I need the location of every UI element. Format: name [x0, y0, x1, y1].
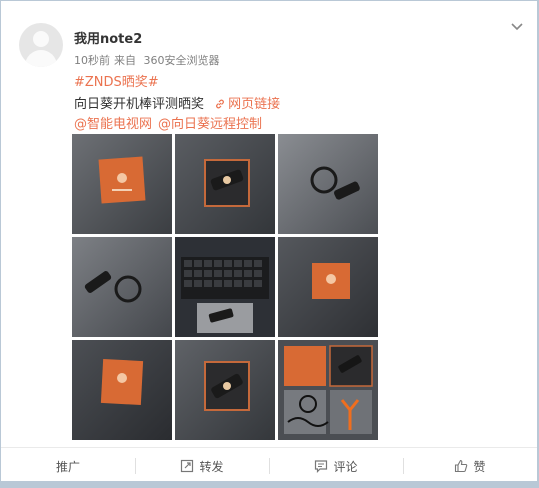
like-icon	[455, 459, 468, 473]
hashtag[interactable]: #ZNDS晒奖#	[74, 71, 159, 90]
action-bar: 推广 转发 评论 赞	[1, 447, 537, 484]
forward-icon	[181, 459, 194, 473]
link-icon	[216, 99, 225, 109]
post-text-line: 向日葵开机棒评测晒奖 网页链接	[74, 93, 280, 112]
chevron-down-icon[interactable]	[510, 20, 524, 34]
post-text: 向日葵开机棒评测晒奖	[74, 97, 205, 112]
comment-button[interactable]: 评论	[269, 448, 403, 484]
photo-3[interactable]	[278, 134, 378, 234]
comment-label: 评论	[333, 459, 358, 474]
photo-grid	[72, 134, 378, 440]
web-link[interactable]: 网页链接	[214, 97, 280, 112]
photo-4[interactable]	[72, 237, 172, 337]
mention-znds[interactable]: @智能电视网	[74, 117, 152, 132]
mentions: @智能电视网 @向日葵远程控制	[74, 113, 268, 132]
photo-1[interactable]	[72, 134, 172, 234]
like-button[interactable]: 赞	[403, 448, 537, 484]
promote-button[interactable]: 推广	[1, 448, 135, 484]
comment-icon	[315, 460, 328, 473]
page-bottom-strip	[0, 482, 539, 488]
like-label: 赞	[473, 459, 486, 474]
post-meta: 10秒前 来自 360安全浏览器	[74, 52, 224, 68]
avatar[interactable]	[19, 23, 63, 67]
photo-7[interactable]	[72, 340, 172, 440]
mention-sunflower[interactable]: @向日葵远程控制	[158, 117, 262, 132]
web-link-label: 网页链接	[228, 97, 281, 112]
photo-9[interactable]	[278, 340, 378, 440]
post-time[interactable]: 10秒前	[74, 54, 110, 67]
photo-2[interactable]	[175, 134, 275, 234]
post-source[interactable]: 360安全浏览器	[144, 54, 220, 67]
forward-button[interactable]: 转发	[135, 448, 269, 484]
photo-6[interactable]	[278, 237, 378, 337]
from-label: 来自	[114, 54, 136, 67]
weibo-card: 我用note2 10秒前 来自 360安全浏览器 #ZNDS晒奖# 向日葵开机棒评…	[1, 1, 537, 481]
username[interactable]: 我用note2	[74, 28, 142, 47]
promote-label: 推广	[55, 459, 80, 474]
forward-label: 转发	[199, 459, 224, 474]
photo-5[interactable]	[175, 237, 275, 337]
photo-8[interactable]	[175, 340, 275, 440]
